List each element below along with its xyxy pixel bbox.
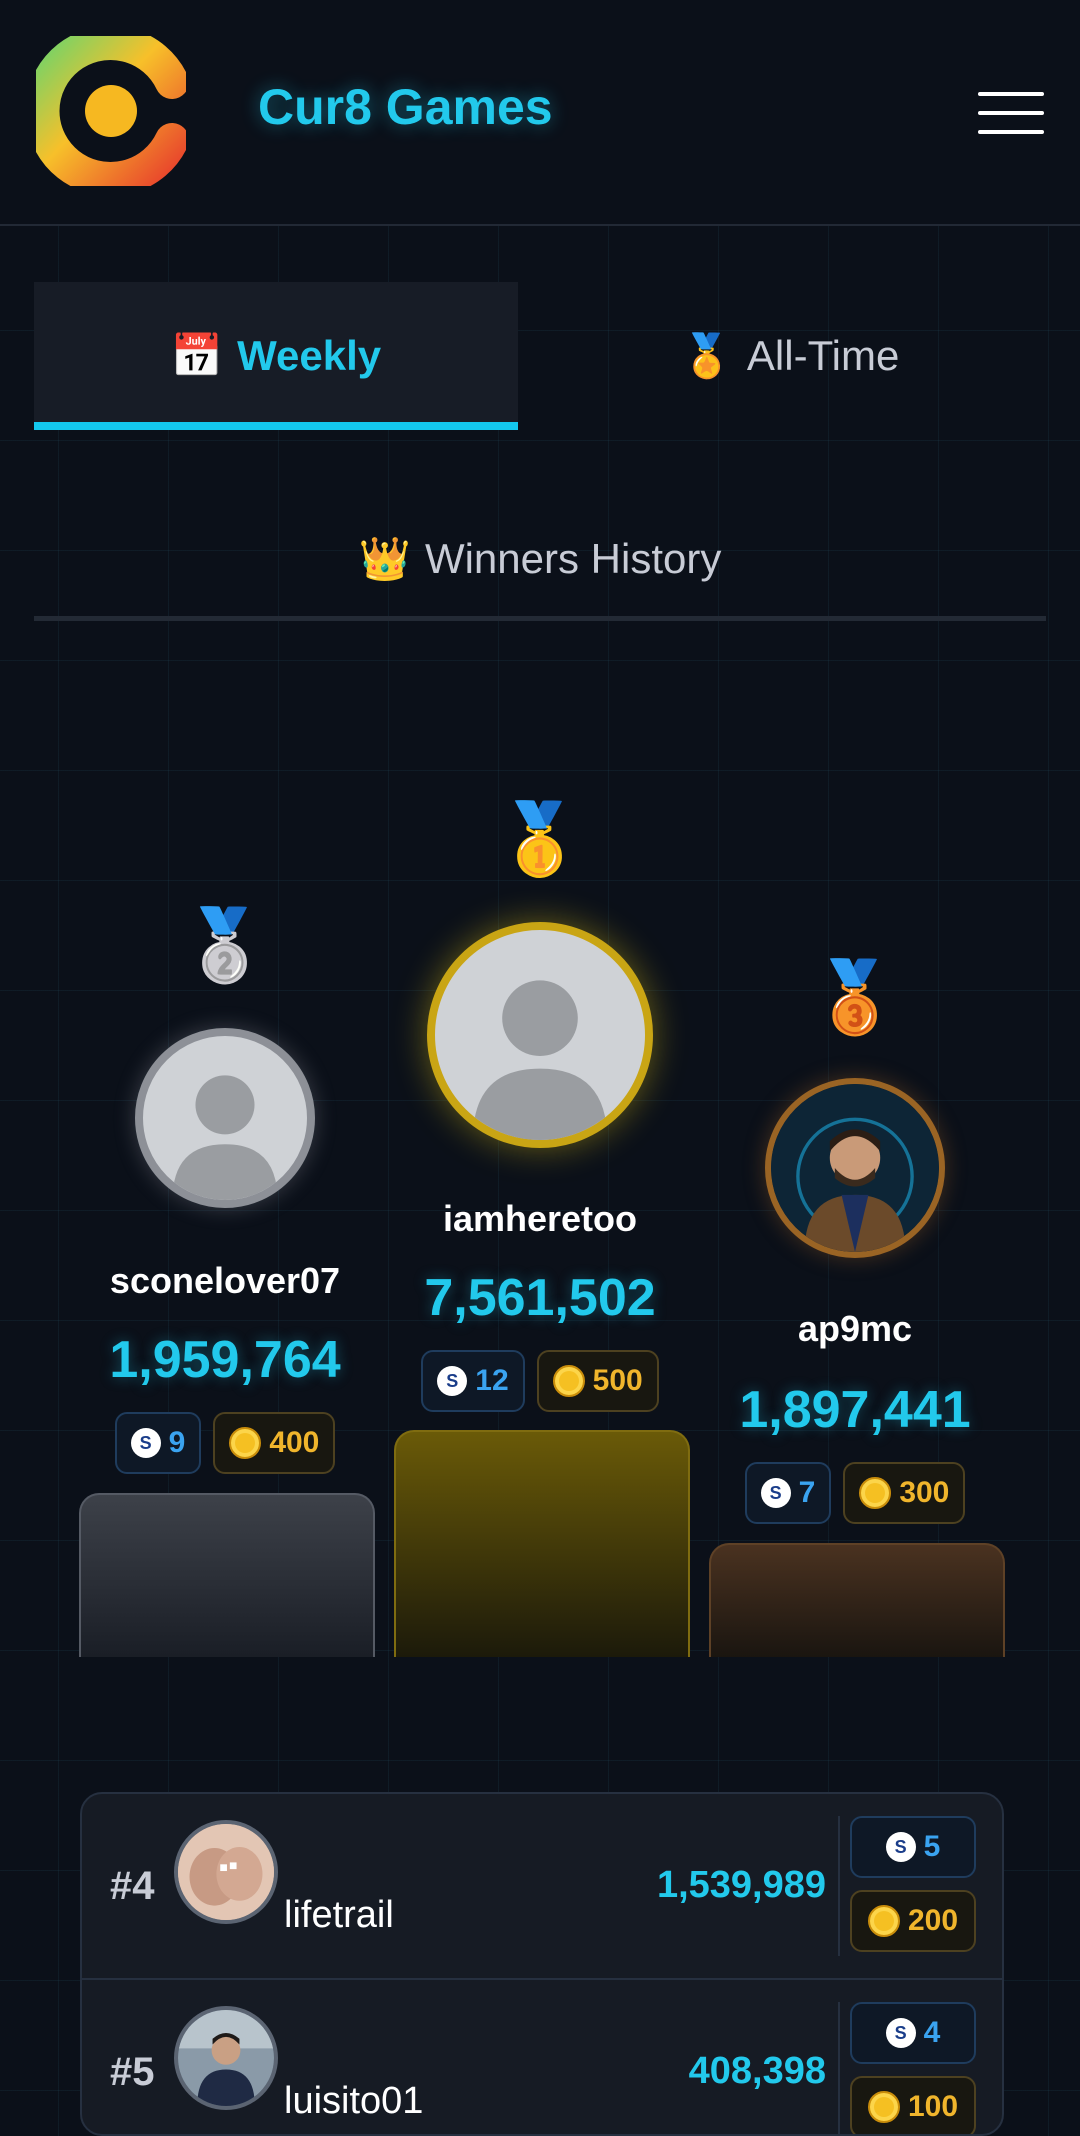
- column-divider: [838, 1816, 840, 1956]
- score: 1,897,441: [739, 1381, 971, 1439]
- steem-reward-value: 12: [475, 1364, 509, 1397]
- reward-chips: S9 400: [75, 1412, 375, 1474]
- rank: #5: [110, 2050, 155, 2094]
- bronze-medal-icon: 🥉: [811, 958, 899, 1036]
- podium-third: 🥉 ap9mc 1,897,441 S7 300: [705, 950, 1005, 1660]
- coin-reward-badge: 500: [536, 1350, 659, 1412]
- steem-reward-badge: S5: [850, 1816, 976, 1878]
- steem-reward-value: 5: [923, 1830, 941, 1863]
- tab-all-time-label: All-Time: [746, 332, 900, 379]
- coin-icon: [229, 1427, 262, 1459]
- tab-weekly-label: Weekly: [237, 332, 382, 379]
- username[interactable]: luisito01: [284, 2080, 423, 2123]
- crown-icon: 👑: [358, 534, 411, 582]
- app-header: Cur8 Games: [0, 0, 1080, 226]
- coin-reward-badge: 100: [850, 2076, 976, 2134]
- coin-reward-badge: 400: [213, 1412, 336, 1474]
- coin-reward-value: 500: [592, 1364, 643, 1397]
- podium-block-first: [394, 1430, 690, 1657]
- section-divider: [34, 616, 1046, 621]
- leaderboard-row[interactable]: #4 lifetrail 1,539,989 S5 200: [82, 1794, 1002, 1978]
- steem-reward-badge: S4: [850, 2002, 976, 2064]
- avatar[interactable]: [765, 1078, 945, 1258]
- hamburger-menu-icon[interactable]: [978, 92, 1044, 134]
- coin-icon: [867, 1905, 900, 1937]
- steem-reward-badge: S 12: [421, 1350, 525, 1412]
- avatar[interactable]: [174, 2006, 278, 2110]
- tab-weekly[interactable]: 📅 Weekly: [34, 282, 518, 430]
- coin-reward-value: 200: [907, 1904, 959, 1937]
- steem-reward-badge: S9: [114, 1412, 202, 1474]
- leaderboard-row[interactable]: #5 luisito01 408,398 S4 100: [82, 1978, 1002, 2134]
- coin-icon: [552, 1365, 585, 1397]
- username[interactable]: iamheretoo: [390, 1198, 690, 1240]
- column-divider: [838, 2002, 840, 2134]
- steem-icon: S: [885, 1832, 916, 1862]
- podium-second: 🥈 sconelover07 1,959,764 S9 400: [75, 900, 375, 1660]
- coin-icon: [867, 2091, 900, 2123]
- score: 1,539,989: [656, 1864, 826, 1906]
- steem-icon: S: [437, 1366, 468, 1396]
- steem-reward-badge: S7: [744, 1462, 832, 1524]
- cur8-logo-icon[interactable]: [36, 36, 186, 186]
- score: 408,398: [688, 2050, 826, 2092]
- coin-icon: [859, 1477, 892, 1509]
- coin-reward-value: 400: [269, 1426, 320, 1459]
- brand-title: Cur8 Games: [258, 79, 553, 135]
- coin-reward-value: 300: [899, 1476, 950, 1509]
- avatar[interactable]: [427, 922, 653, 1148]
- steem-icon: S: [130, 1428, 161, 1458]
- rank: #4: [110, 1864, 155, 1908]
- username[interactable]: lifetrail: [284, 1894, 394, 1937]
- score: 1,959,764: [109, 1331, 341, 1389]
- podium-block-second: [79, 1493, 375, 1657]
- steem-icon: S: [885, 2018, 916, 2048]
- leaderboard-tabs: 📅 Weekly 🏅 All-Time: [34, 282, 1046, 430]
- username[interactable]: sconelover07: [75, 1260, 375, 1302]
- medal-icon: 🏅: [680, 331, 733, 379]
- steem-reward-value: 4: [923, 2016, 941, 2049]
- podium-block-third: [709, 1543, 1005, 1657]
- coin-reward-badge: 200: [850, 1890, 976, 1952]
- winners-history-label: Winners History: [424, 535, 722, 582]
- silver-medal-icon: 🥈: [181, 906, 269, 984]
- coin-reward-value: 100: [907, 2090, 959, 2123]
- steem-reward-value: 7: [798, 1476, 816, 1509]
- reward-chips: S7 300: [705, 1462, 1005, 1524]
- coin-reward-badge: 300: [843, 1462, 966, 1524]
- reward-chips: S 12 500: [390, 1350, 690, 1412]
- leaderboard-list: #4 lifetrail 1,539,989 S5 200 #5 luisito…: [80, 1792, 1004, 2136]
- avatar[interactable]: [135, 1028, 315, 1208]
- username[interactable]: ap9mc: [705, 1308, 1005, 1350]
- tab-all-time[interactable]: 🏅 All-Time: [534, 282, 1046, 430]
- calendar-icon: 📅: [170, 331, 224, 379]
- score: 7,561,502: [424, 1269, 656, 1327]
- podium-first: 🥇 iamheretoo 7,561,502 S 12 500: [390, 790, 690, 1660]
- steem-reward-value: 9: [168, 1426, 186, 1459]
- gold-medal-icon: 🥇: [496, 800, 584, 878]
- winners-history-link[interactable]: 👑 Winners History: [34, 500, 1046, 618]
- avatar[interactable]: [174, 1820, 278, 1924]
- steem-icon: S: [760, 1478, 791, 1508]
